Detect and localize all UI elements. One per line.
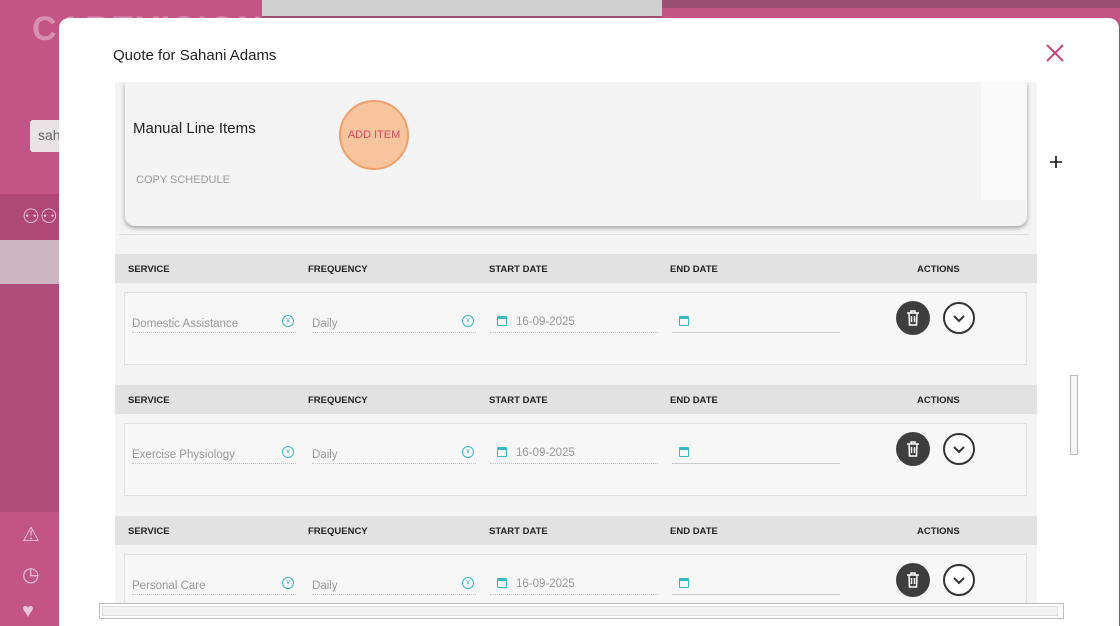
calendar-icon bbox=[497, 447, 507, 457]
background-header-strip bbox=[262, 0, 662, 16]
chevron-down-icon bbox=[953, 315, 965, 323]
close-icon bbox=[1046, 44, 1064, 62]
frequency-select[interactable]: Daily ∨ bbox=[312, 313, 476, 333]
chevron-down-icon bbox=[953, 577, 965, 585]
header-frequency: FREQUENCY bbox=[308, 395, 368, 406]
table-row: Exercise Physiology ∨ Daily ∨ 16-09-2025 bbox=[124, 423, 1027, 496]
header-actions: ACTIONS bbox=[917, 526, 960, 537]
table-row: Personal Care ∨ Daily ∨ 16-09-2025 bbox=[124, 554, 1027, 604]
frequency-value: Daily bbox=[312, 449, 338, 461]
expand-row-button[interactable] bbox=[943, 564, 975, 596]
close-button[interactable] bbox=[1043, 42, 1067, 66]
modal-content: Manual Line Items ADD ITEM COPY SCHEDULE… bbox=[115, 82, 1037, 604]
service-select[interactable]: Personal Care ∨ bbox=[132, 575, 296, 595]
end-date-field[interactable] bbox=[672, 444, 840, 464]
header-actions: ACTIONS bbox=[917, 395, 960, 406]
calendar-icon bbox=[497, 316, 507, 326]
manual-line-items-title: Manual Line Items bbox=[133, 120, 256, 137]
chevron-down-icon: ∨ bbox=[282, 446, 294, 458]
modal-title: Quote for Sahani Adams bbox=[113, 47, 277, 64]
horizontal-scrollbar-thumb[interactable] bbox=[102, 606, 1058, 616]
header-frequency: FREQUENCY bbox=[308, 526, 368, 537]
header-start-date: START DATE bbox=[489, 395, 548, 406]
start-date-value: 16-09-2025 bbox=[516, 316, 575, 328]
header-actions: ACTIONS bbox=[917, 264, 960, 275]
add-item-button[interactable]: ADD ITEM bbox=[339, 100, 409, 170]
start-date-field[interactable]: 16-09-2025 bbox=[490, 313, 658, 333]
calendar-icon bbox=[679, 578, 689, 588]
service-select[interactable]: Domestic Assistance ∨ bbox=[132, 313, 296, 333]
header-start-date: START DATE bbox=[489, 264, 548, 275]
chevron-down-icon bbox=[953, 446, 965, 454]
header-start-date: START DATE bbox=[489, 526, 548, 537]
calendar-icon bbox=[679, 447, 689, 457]
warning-icon[interactable]: ⚠ bbox=[22, 522, 40, 547]
trash-icon bbox=[907, 572, 919, 588]
copy-schedule-button[interactable]: COPY SCHEDULE bbox=[136, 174, 230, 186]
table-header: SERVICE FREQUENCY START DATE END DATE AC… bbox=[115, 385, 1037, 414]
expand-row-button[interactable] bbox=[943, 433, 975, 465]
start-date-value: 16-09-2025 bbox=[516, 447, 575, 459]
users-icon: ⚇⚇ bbox=[22, 206, 58, 228]
chevron-down-icon: ∨ bbox=[462, 446, 474, 458]
frequency-value: Daily bbox=[312, 318, 338, 330]
start-date-field[interactable]: 16-09-2025 bbox=[490, 575, 658, 595]
start-date-field[interactable]: 16-09-2025 bbox=[490, 444, 658, 464]
trash-icon bbox=[907, 310, 919, 326]
heart-icon[interactable]: ♥ bbox=[22, 600, 34, 623]
delete-row-button[interactable] bbox=[896, 563, 930, 597]
frequency-value: Daily bbox=[312, 580, 338, 592]
divider bbox=[119, 234, 1029, 235]
delete-row-button[interactable] bbox=[896, 432, 930, 466]
chevron-down-icon: ∨ bbox=[282, 577, 294, 589]
end-date-field[interactable] bbox=[672, 313, 840, 333]
chevron-down-icon: ∨ bbox=[462, 577, 474, 589]
calendar-icon bbox=[679, 316, 689, 326]
frequency-select[interactable]: Daily ∨ bbox=[312, 444, 476, 464]
service-value: Domestic Assistance bbox=[132, 318, 239, 330]
table-header: SERVICE FREQUENCY START DATE END DATE AC… bbox=[115, 254, 1037, 283]
quote-modal: Quote for Sahani Adams Manual Line Items… bbox=[59, 18, 1119, 626]
header-end-date: END DATE bbox=[670, 395, 718, 406]
add-row-button[interactable] bbox=[1049, 152, 1063, 175]
header-end-date: END DATE bbox=[670, 526, 718, 537]
end-date-field[interactable] bbox=[672, 575, 840, 595]
chevron-down-icon: ∨ bbox=[462, 315, 474, 327]
horizontal-scrollbar[interactable] bbox=[99, 603, 1064, 619]
expand-row-button[interactable] bbox=[943, 302, 975, 334]
header-end-date: END DATE bbox=[670, 264, 718, 275]
vertical-scrollbar[interactable] bbox=[1070, 375, 1078, 455]
clock-icon[interactable]: ◷ bbox=[22, 562, 39, 587]
header-service: SERVICE bbox=[128, 264, 170, 275]
table-row: Domestic Assistance ∨ Daily ∨ 16-09-2025 bbox=[124, 292, 1027, 365]
frequency-select[interactable]: Daily ∨ bbox=[312, 575, 476, 595]
calendar-icon bbox=[497, 578, 507, 588]
header-service: SERVICE bbox=[128, 526, 170, 537]
trash-icon bbox=[907, 441, 919, 457]
service-select[interactable]: Exercise Physiology ∨ bbox=[132, 444, 296, 464]
manual-line-items-panel: Manual Line Items ADD ITEM COPY SCHEDULE bbox=[125, 82, 1027, 226]
header-frequency: FREQUENCY bbox=[308, 264, 368, 275]
delete-row-button[interactable] bbox=[896, 301, 930, 335]
plus-icon bbox=[1050, 156, 1062, 168]
chevron-down-icon: ∨ bbox=[282, 315, 294, 327]
table-header: SERVICE FREQUENCY START DATE END DATE AC… bbox=[115, 516, 1037, 545]
start-date-value: 16-09-2025 bbox=[516, 578, 575, 590]
service-value: Exercise Physiology bbox=[132, 449, 235, 461]
header-service: SERVICE bbox=[128, 395, 170, 406]
service-value: Personal Care bbox=[132, 580, 206, 592]
